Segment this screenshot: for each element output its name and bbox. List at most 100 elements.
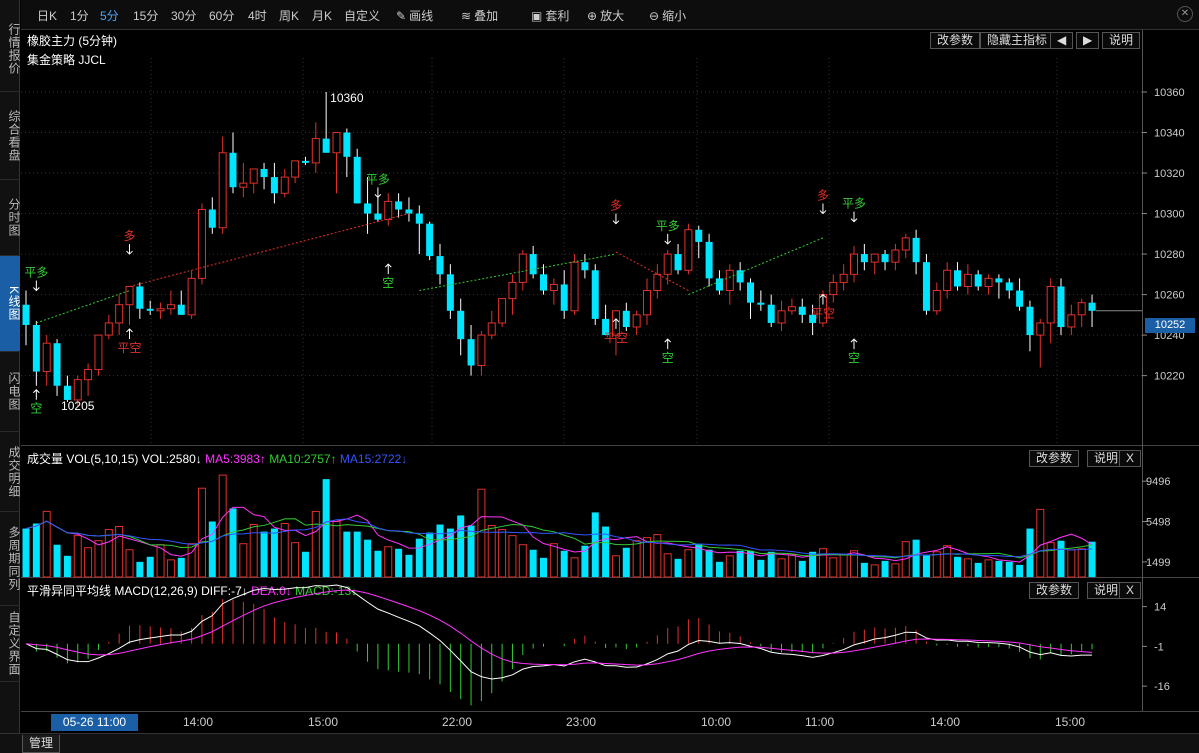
y-tick-label: 10220 (1154, 371, 1185, 383)
candle-body-up (984, 277, 993, 287)
candle-body-up (901, 237, 910, 251)
volume-bar-up (84, 547, 93, 578)
volume-bar-down (63, 555, 71, 577)
volume-bar-up (570, 557, 579, 578)
volume-bar-up (384, 546, 393, 578)
volume-bar-up (818, 548, 827, 578)
signal-label: 平多 (366, 172, 390, 186)
candle-body-up (653, 273, 662, 292)
sidebar-item-trades[interactable]: 成交明细 (0, 432, 21, 512)
candle-body-down (974, 274, 982, 287)
arbitrage-button[interactable]: ▣ 套利 (531, 7, 569, 24)
overlay-label: 叠加 (474, 9, 499, 23)
zoom-out-button[interactable]: ⊖ 缩小 (649, 7, 686, 24)
kline-panel: 橡胶主力 (5分钟) 集金策略 JJCL 改参数 隐藏主指标 ◀ ▶ 说明 10… (21, 30, 1199, 446)
signal-label: 平空 (604, 331, 628, 345)
sidebar-item-custom[interactable]: 自定义界面 (0, 606, 21, 682)
candle-body-up (239, 182, 248, 188)
close-icon[interactable]: ✕ (1177, 6, 1193, 22)
candle-body-down (353, 156, 361, 204)
time-cursor-label: 05-26 11:00 (51, 714, 138, 731)
candle-body-down (736, 270, 744, 283)
period-1min[interactable]: 1分 (70, 7, 89, 24)
candle-body-up (839, 273, 848, 283)
candle-body-down (922, 262, 930, 311)
volume-bar-down (436, 524, 444, 577)
manage-tab[interactable]: 管理 (22, 735, 61, 753)
period-60min[interactable]: 60分 (209, 7, 234, 24)
macd-tick-label: -1 (1154, 641, 1164, 653)
sidebar-item-flash[interactable]: 闪电图 (0, 352, 21, 432)
candle-body-down (436, 256, 444, 275)
candle-body-up (1046, 285, 1055, 324)
volume-chart: 9496 5498 1499 (22, 474, 1170, 578)
volume-bar-up (498, 529, 507, 578)
candle-body-up (280, 176, 289, 194)
volume-bar-down (622, 547, 630, 577)
candle-body-up (943, 269, 952, 292)
signal-label: 多 (817, 189, 829, 203)
candle-body-up (249, 168, 258, 184)
sidebar-item-timeshare[interactable]: 分时图 (0, 180, 21, 256)
draw-label: 画线 (409, 9, 434, 23)
draw-button[interactable]: ✎ 画线 (396, 7, 433, 24)
y-tick-label: 10360 (1154, 87, 1185, 99)
sidebar-item-quotes[interactable]: 行情报价 (0, 6, 21, 92)
volume-bar-down (405, 554, 413, 577)
period-month[interactable]: 月K (312, 7, 332, 24)
signal-arrow-up-icon (850, 338, 858, 350)
volume-bar-up (1067, 549, 1076, 578)
volume-bar-down (353, 531, 361, 577)
zoom-in-button[interactable]: ⊕ 放大 (587, 7, 624, 24)
candle-body-up (1036, 322, 1045, 336)
volume-bar-up (104, 529, 113, 578)
y-tick-label: 10320 (1154, 168, 1185, 180)
macd-dea-line (25, 589, 1093, 666)
volume-bar-down (260, 531, 268, 577)
volume-bar-up (663, 553, 672, 578)
volume-bar-down (32, 523, 40, 577)
period-30min[interactable]: 30分 (171, 7, 196, 24)
sidebar-item-kline[interactable]: K线图 (0, 256, 21, 352)
volume-bar-up (932, 551, 941, 578)
arbitrage-label: 套利 (545, 9, 570, 23)
candle-body-up (787, 306, 796, 312)
layers-icon: ≋ (461, 9, 472, 23)
volume-bar-down (912, 539, 920, 577)
zoom-in-label: 放大 (600, 9, 625, 23)
candle-body-down (426, 223, 434, 257)
candle-body-up (332, 132, 341, 154)
period-4h[interactable]: 4时 (248, 7, 267, 24)
volume-bar-down (954, 556, 961, 577)
period-day[interactable]: 日K (37, 7, 57, 24)
volume-bar-down (560, 550, 568, 577)
period-week[interactable]: 周K (279, 7, 299, 24)
signal-arrow-down-icon (32, 280, 40, 292)
period-custom[interactable]: 自定义 (344, 7, 380, 24)
zoom-out-icon: ⊖ (649, 9, 660, 23)
vol-tick-label: 5498 (1146, 517, 1170, 529)
time-label: 14:00 (183, 715, 214, 729)
candle-body-up (777, 310, 786, 324)
volume-bar-down (467, 525, 475, 577)
volume-bar-up (549, 543, 558, 578)
sidebar-item-multiperiod[interactable]: 多周期同列 (0, 512, 21, 606)
volume-bar-down (1057, 540, 1065, 577)
signal-arrow-up-icon (384, 263, 392, 275)
period-5min[interactable]: 5分 (100, 7, 119, 24)
signal-arrow-down-icon (374, 187, 382, 199)
candle-body-down (995, 278, 1003, 283)
candle-body-up (643, 290, 651, 316)
sidebar-item-overview[interactable]: 综合看盘 (0, 92, 21, 180)
y-tick-label: 10280 (1154, 249, 1185, 261)
candle-body-down (405, 209, 413, 214)
overlay-button[interactable]: ≋ 叠加 (461, 7, 498, 24)
period-15min[interactable]: 15分 (133, 7, 158, 24)
volume-bar-down (798, 560, 806, 577)
candle-body-down (798, 306, 806, 315)
volume-bar-down (715, 561, 723, 577)
signal-label: 空 (848, 351, 860, 365)
candle-body-up (115, 304, 124, 324)
volume-bar-down (922, 554, 930, 577)
candle-body-down (767, 304, 775, 323)
